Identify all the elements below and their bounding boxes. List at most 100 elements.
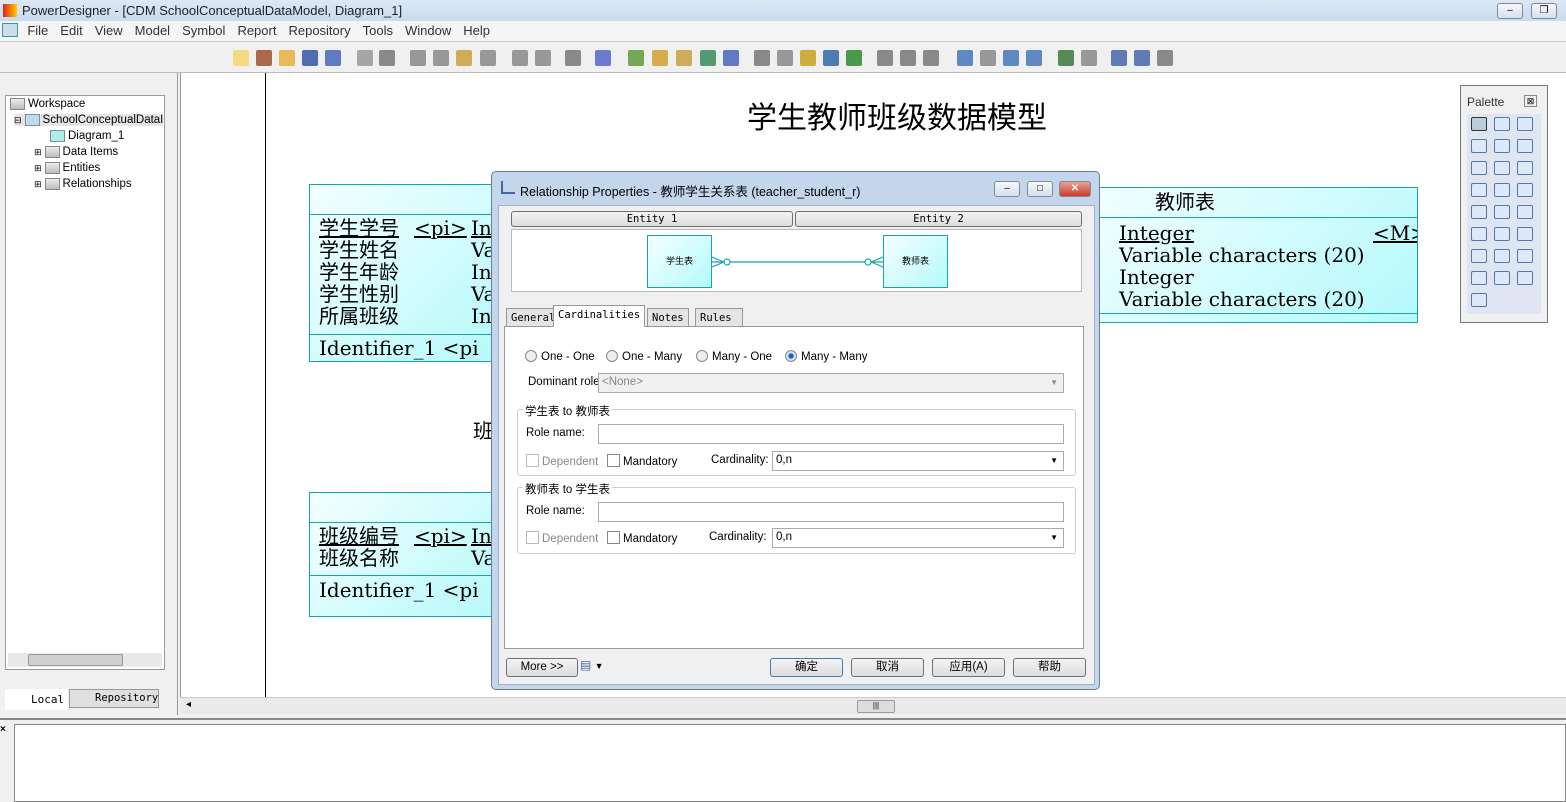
zoom-in-icon[interactable] [1517, 117, 1533, 131]
tree-item-diagram[interactable]: Diagram_1 [50, 130, 124, 142]
output-close-button[interactable]: × [0, 724, 11, 736]
arc-icon[interactable] [1494, 249, 1510, 263]
tab-rules[interactable]: Rules [695, 308, 743, 326]
cardinality-select[interactable]: 0,n ▼ [772, 528, 1064, 548]
grabber-icon[interactable] [1494, 117, 1510, 131]
entity1-button[interactable]: Entity 1 [511, 211, 793, 227]
toolbar-button-icon[interactable] [535, 50, 551, 66]
toolbar-button-icon[interactable] [433, 50, 449, 66]
relationship-icon[interactable] [1471, 205, 1487, 219]
palette-close-button[interactable]: ⊠ [1524, 95, 1537, 107]
entity2-button[interactable]: Entity 2 [795, 211, 1082, 227]
ellipse-icon[interactable] [1471, 271, 1487, 285]
toolbar-button-icon[interactable] [723, 50, 739, 66]
toolbar-button-icon[interactable] [900, 50, 916, 66]
toolbar-button-icon[interactable] [595, 50, 611, 66]
more-button[interactable]: More >> [506, 658, 578, 677]
toolbar-button-icon[interactable] [302, 50, 318, 66]
toolbar-button-icon[interactable] [923, 50, 939, 66]
role-name-input[interactable] [598, 502, 1064, 522]
association-icon[interactable] [1494, 183, 1510, 197]
expand-icon[interactable]: ⊞ [34, 179, 42, 190]
tab-cardinalities[interactable]: Cardinalities [553, 305, 646, 327]
radio-one-one[interactable]: One - One [525, 350, 595, 363]
menu-report[interactable]: Report [231, 21, 282, 40]
preview-entity1[interactable]: 学生表 [647, 235, 712, 288]
tree-item-model[interactable]: ⊟ SchoolConceptualDataI [14, 114, 164, 126]
menu-symbol[interactable]: Symbol [176, 21, 231, 40]
menu-view[interactable]: View [89, 21, 129, 40]
toolbar-button-icon[interactable] [628, 50, 644, 66]
restore-button[interactable]: ❐ [1531, 3, 1557, 19]
cut-icon[interactable] [1471, 161, 1487, 175]
toolbar-button-icon[interactable] [980, 50, 996, 66]
toolbar-button-icon[interactable] [410, 50, 426, 66]
entity-student[interactable]: Identifier_1 <pi 学生学号 <pi> In 学生姓名 Va 学生年龄 In 学… [309, 184, 509, 362]
toolbar-button-icon[interactable] [676, 50, 692, 66]
entity-teacher[interactable]: 教师表 Integer Variable characters (20) Int… [1080, 187, 1418, 323]
tree-item-data-items[interactable]: ⊞ Data Items [34, 146, 118, 158]
menu-tools[interactable]: Tools [357, 21, 399, 40]
file-icon[interactable] [1494, 205, 1510, 219]
toolbar-button-icon[interactable] [800, 50, 816, 66]
help-button[interactable]: 帮助 [1013, 658, 1086, 677]
rounded-rect-icon[interactable] [1494, 271, 1510, 285]
toolbar-button-icon[interactable] [1157, 50, 1173, 66]
toolbar-button-icon[interactable] [233, 50, 249, 66]
association-link-icon[interactable] [1517, 183, 1533, 197]
menu-edit[interactable]: Edit [54, 21, 88, 40]
toolbar-button-icon[interactable] [1134, 50, 1150, 66]
polygon-icon[interactable] [1471, 293, 1487, 307]
zoom-out-icon[interactable] [1471, 139, 1487, 153]
toolbar-button-icon[interactable] [480, 50, 496, 66]
radio-many-many[interactable]: Many - Many [785, 350, 867, 363]
mandatory-checkbox[interactable]: Mandatory [607, 454, 677, 468]
tree-item-relationships[interactable]: ⊞ Relationships [34, 178, 132, 190]
expand-icon[interactable]: ⊞ [34, 163, 42, 174]
toolbar-button-icon[interactable] [379, 50, 395, 66]
menu-file[interactable]: File [21, 21, 54, 40]
dialog-maximize-button[interactable]: □ [1027, 181, 1053, 197]
text-icon[interactable] [1517, 227, 1533, 241]
menu-help[interactable]: Help [457, 21, 496, 40]
collapse-icon[interactable]: ⊟ [14, 115, 22, 126]
browser-tab-repository[interactable]: Repository [69, 689, 159, 708]
toolbar-button-icon[interactable] [1026, 50, 1042, 66]
cancel-button[interactable]: 取消 [851, 658, 924, 677]
package-icon[interactable] [1494, 161, 1510, 175]
tree-item-workspace[interactable]: Workspace [10, 98, 85, 110]
toolbar-button-icon[interactable] [325, 50, 341, 66]
zoom-area-icon[interactable] [1494, 139, 1510, 153]
inheritance-icon[interactable] [1471, 183, 1487, 197]
tree-item-entities[interactable]: ⊞ Entities [34, 162, 100, 174]
minimize-button[interactable]: – [1497, 3, 1523, 19]
browser-tab-local[interactable]: Local [5, 689, 68, 710]
toolbar-button-icon[interactable] [279, 50, 295, 66]
toolbar-button-icon[interactable] [652, 50, 668, 66]
dialog-minimize-button[interactable]: – [994, 181, 1020, 197]
canvas-horizontal-scrollbar[interactable]: ◂ ||| [180, 697, 1566, 714]
toolbar-button-icon[interactable] [777, 50, 793, 66]
rectangle-icon[interactable] [1517, 249, 1533, 263]
polyline-icon[interactable] [1517, 271, 1533, 285]
radio-one-many[interactable]: One - Many [606, 350, 682, 363]
preview-entity2[interactable]: 教师表 [883, 235, 948, 288]
menu-window[interactable]: Window [399, 21, 457, 40]
mandatory-checkbox[interactable]: Mandatory [607, 531, 677, 545]
dialog-close-button[interactable]: ✕ [1059, 181, 1091, 197]
toolbar-button-icon[interactable] [823, 50, 839, 66]
tree-horizontal-scrollbar[interactable] [8, 653, 162, 667]
dependent-checkbox[interactable]: Dependent [526, 531, 598, 545]
title-icon[interactable] [1494, 227, 1510, 241]
toolbar-button-icon[interactable] [1081, 50, 1097, 66]
link-icon[interactable] [1471, 227, 1487, 241]
toolbar-button-icon[interactable] [357, 50, 373, 66]
menu-model[interactable]: Model [129, 21, 176, 40]
role-name-input[interactable] [598, 424, 1064, 444]
property-sheet-menu-icon[interactable]: ▤ ▼ [580, 658, 604, 672]
toolbar-button-icon[interactable] [565, 50, 581, 66]
toolbar-button-icon[interactable] [1003, 50, 1019, 66]
toolbar-button-icon[interactable] [700, 50, 716, 66]
open-view-icon[interactable] [1517, 139, 1533, 153]
cardinality-select[interactable]: 0,n ▼ [772, 451, 1064, 471]
